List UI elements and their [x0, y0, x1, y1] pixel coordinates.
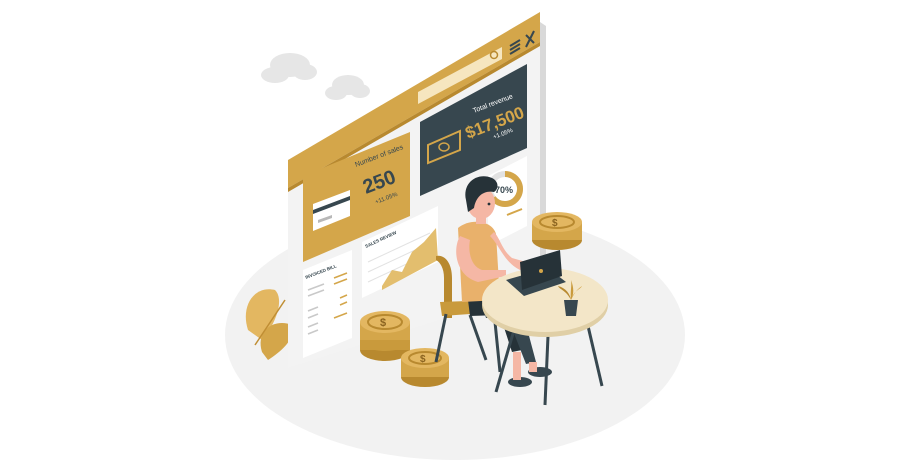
dollar-icon: $ [552, 218, 558, 229]
cloud-icon [261, 53, 317, 83]
coin-stack-right: $ [532, 212, 582, 250]
cloud-icon [325, 75, 370, 100]
dollar-icon: $ [380, 317, 386, 329]
donut-value: 70% [495, 185, 513, 195]
illustration-scene: Number of sales 250 +11.05% Total revenu… [0, 0, 900, 473]
dollar-icon: $ [420, 354, 426, 365]
coin-stack-left: $ [360, 311, 410, 361]
coin-stack-bottom: $ [401, 348, 449, 387]
